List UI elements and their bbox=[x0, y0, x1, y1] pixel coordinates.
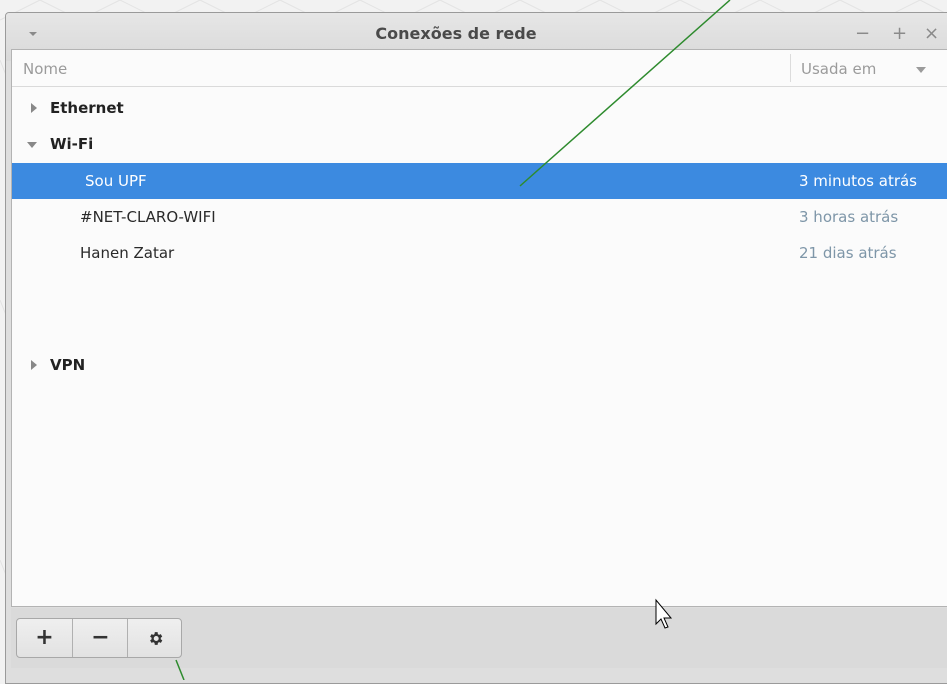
remove-connection-button[interactable]: − bbox=[72, 619, 128, 657]
close-button[interactable]: × bbox=[924, 24, 939, 44]
expander-expanded-icon[interactable] bbox=[27, 142, 37, 148]
maximize-button[interactable]: + bbox=[892, 24, 907, 44]
column-header-name[interactable]: Nome bbox=[23, 60, 67, 78]
group-row-wifi[interactable]: Wi-Fi bbox=[12, 126, 947, 162]
toolbar-button-group: + − bbox=[16, 618, 182, 658]
add-connection-button[interactable]: + bbox=[17, 619, 72, 657]
column-header-used[interactable]: Usada em bbox=[801, 60, 876, 78]
edit-connection-button[interactable] bbox=[127, 619, 181, 657]
window-title: Conexões de rede bbox=[375, 24, 537, 43]
connection-name: #NET-CLARO-WIFI bbox=[80, 208, 216, 226]
group-label: Wi-Fi bbox=[50, 135, 94, 153]
group-label: VPN bbox=[50, 356, 86, 374]
minimize-button[interactable]: − bbox=[855, 24, 870, 44]
connection-row[interactable]: Sou UPF 3 minutos atrás bbox=[12, 163, 947, 199]
group-row-vpn[interactable]: VPN bbox=[12, 347, 947, 383]
sort-arrow-icon bbox=[916, 67, 926, 73]
column-separator[interactable] bbox=[790, 54, 791, 82]
connection-row[interactable]: #NET-CLARO-WIFI 3 horas atrás bbox=[12, 199, 947, 235]
gear-icon bbox=[150, 632, 163, 645]
connection-last-used: 3 horas atrás bbox=[799, 208, 899, 226]
connection-name: Sou UPF bbox=[85, 172, 147, 190]
group-row-ethernet[interactable]: Ethernet bbox=[12, 90, 947, 126]
expander-collapsed-icon[interactable] bbox=[31, 103, 37, 113]
connection-last-used: 3 minutos atrás bbox=[799, 172, 917, 190]
list-header: Nome Usada em bbox=[12, 50, 947, 87]
connection-row[interactable]: Hanen Zatar 21 dias atrás bbox=[12, 235, 947, 271]
connections-list: Nome Usada em Ethernet Wi-Fi Sou UPF 3 m… bbox=[11, 49, 947, 607]
connection-name: Hanen Zatar bbox=[80, 244, 175, 262]
group-label: Ethernet bbox=[50, 99, 124, 117]
connection-last-used: 21 dias atrás bbox=[799, 244, 897, 262]
bottom-toolbar: + − bbox=[11, 608, 947, 668]
expander-collapsed-icon[interactable] bbox=[31, 360, 37, 370]
